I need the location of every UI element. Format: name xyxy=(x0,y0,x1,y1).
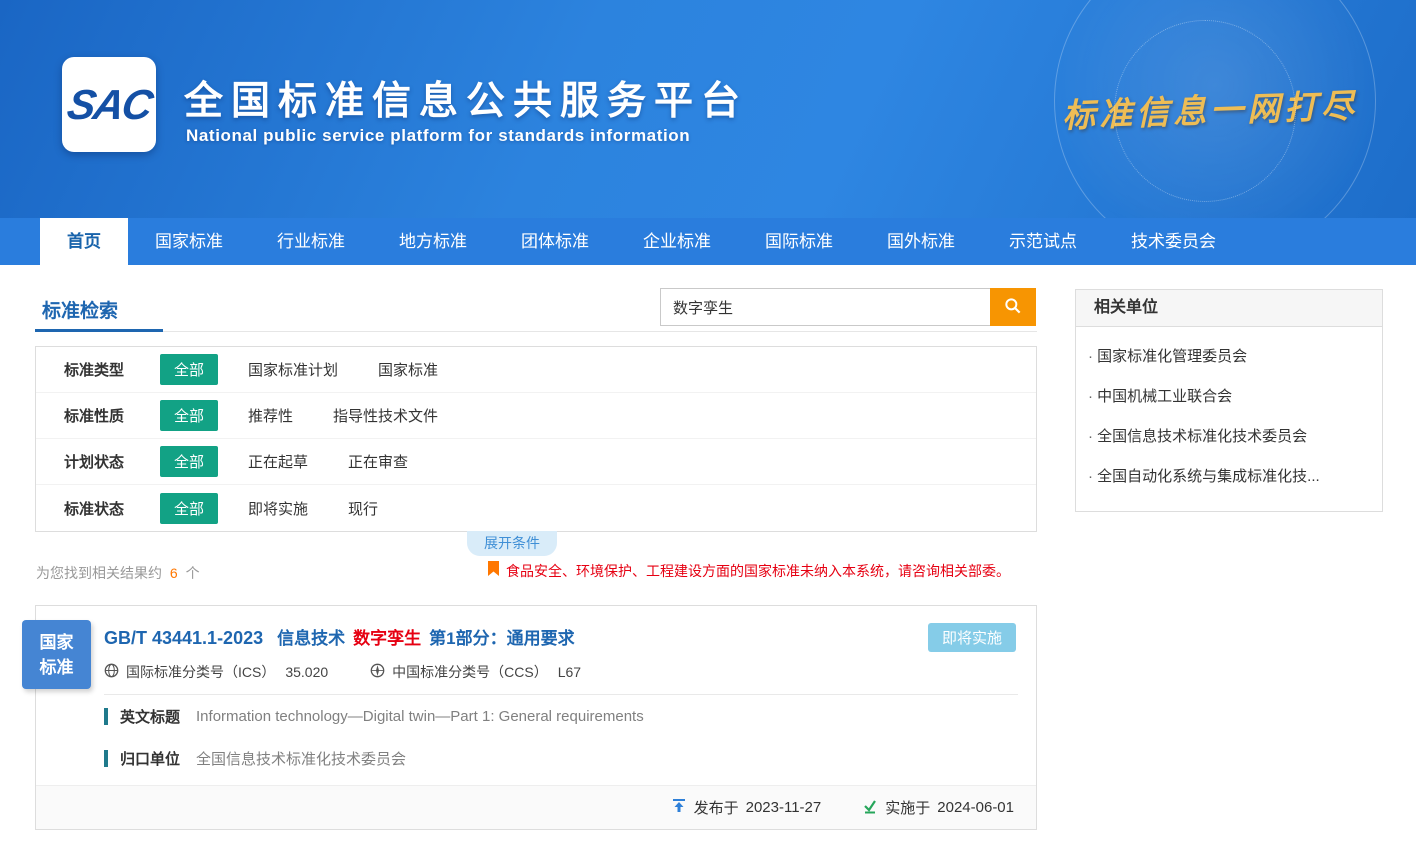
nav-item-group-standards[interactable]: 团体标准 xyxy=(494,218,616,265)
nav-item-home[interactable]: 首页 xyxy=(40,218,128,265)
site-slogan: 标准信息一网打尽 xyxy=(1061,79,1358,137)
nav-item-industry-standards[interactable]: 行业标准 xyxy=(250,218,372,265)
dept-row: 归口单位 全国信息技术标准化技术委员会 xyxy=(104,748,406,769)
check-icon xyxy=(862,798,878,818)
filter-row-standard-status: 标准状态 全部 即将实施 现行 xyxy=(36,485,1036,531)
card-footer: 发布于 2023-11-27 实施于 2024-06-01 xyxy=(36,785,1036,829)
search-input[interactable] xyxy=(660,288,990,326)
sidebar-title: 相关单位 xyxy=(1075,289,1383,327)
publish-icon xyxy=(671,798,687,818)
related-units-sidebar: 相关单位 国家标准化管理委员会 中国机械工业联合会 全国信息技术标准化技术委员会… xyxy=(1075,289,1383,512)
classification-row: 国际标准分类号（ICS） 35.020 中国标准分类号（CCS） L67 xyxy=(104,662,581,682)
published-date: 2023-11-27 xyxy=(746,799,822,816)
badge-line1: 国家 xyxy=(40,630,74,655)
nav-item-international-standards[interactable]: 国际标准 xyxy=(738,218,860,265)
ics-value: 35.020 xyxy=(285,664,328,680)
sidebar-list: 国家标准化管理委员会 中国机械工业联合会 全国信息技术标准化技术委员会 全国自动… xyxy=(1075,327,1383,512)
section-title-underline xyxy=(35,329,163,332)
filter-panel: 标准类型 全部 国家标准计划 国家标准 标准性质 全部 推荐性 指导性技术文件 … xyxy=(35,346,1037,532)
filter-option[interactable]: 即将实施 xyxy=(248,498,308,519)
english-title-label: 英文标题 xyxy=(120,706,180,727)
filter-row-standard-nature: 标准性质 全部 推荐性 指导性技术文件 xyxy=(36,393,1036,439)
implemented-date: 2024-06-01 xyxy=(937,799,1014,816)
sac-logo: SAC xyxy=(62,57,156,152)
field-accent-bar xyxy=(104,750,108,767)
english-title-value: Information technology—Digital twin—Part… xyxy=(196,708,644,725)
search-button[interactable] xyxy=(990,288,1036,326)
filter-option[interactable]: 现行 xyxy=(348,498,378,519)
section-divider xyxy=(35,331,1037,332)
filter-option[interactable]: 国家标准计划 xyxy=(248,359,338,380)
results-summary-prefix: 为您找到相关结果约 xyxy=(36,565,162,581)
filter-option[interactable]: 国家标准 xyxy=(378,359,438,380)
notice-text: 食品安全、环境保护、工程建设方面的国家标准未纳入本系统，请咨询相关部委。 xyxy=(506,561,1010,581)
nav-item-local-standards[interactable]: 地方标准 xyxy=(372,218,494,265)
search-bar xyxy=(660,288,1036,326)
filter-label: 标准状态 xyxy=(64,498,160,519)
filter-all-button[interactable]: 全部 xyxy=(160,354,218,385)
system-notice: 食品安全、环境保护、工程建设方面的国家标准未纳入本系统，请咨询相关部委。 xyxy=(487,560,1010,582)
site-title: 全国标准信息公共服务平台 xyxy=(184,70,748,126)
filter-all-button[interactable]: 全部 xyxy=(160,493,218,524)
standard-result-card: 国家 标准 GB/T 43441.1-2023 信息技术 数字孪生 第1部分：通… xyxy=(35,605,1037,830)
results-summary: 为您找到相关结果约 6 个 xyxy=(36,563,200,583)
results-count: 6 xyxy=(170,565,178,581)
compass-icon xyxy=(370,663,385,681)
published-info: 发布于 2023-11-27 xyxy=(664,797,822,818)
nav-item-enterprise-standards[interactable]: 企业标准 xyxy=(616,218,738,265)
ics-label: 国际标准分类号（ICS） xyxy=(126,662,275,682)
implemented-label: 实施于 xyxy=(885,797,930,818)
standard-code: GB/T 43441.1-2023 xyxy=(104,628,263,649)
dept-value[interactable]: 全国信息技术标准化技术委员会 xyxy=(196,748,406,769)
filter-option[interactable]: 正在审查 xyxy=(348,451,408,472)
filter-option[interactable]: 指导性技术文件 xyxy=(333,405,438,426)
main-nav: 首页 国家标准 行业标准 地方标准 团体标准 企业标准 国际标准 国外标准 示范… xyxy=(0,218,1416,265)
standard-title-link[interactable]: GB/T 43441.1-2023 信息技术 数字孪生 第1部分：通用要求 xyxy=(104,624,583,649)
globe-icon xyxy=(104,663,119,681)
site-header: SAC 全国标准信息公共服务平台 National public service… xyxy=(0,0,1416,218)
nav-item-national-standards[interactable]: 国家标准 xyxy=(128,218,250,265)
implemented-info: 实施于 2024-06-01 xyxy=(855,797,1014,818)
nav-item-technical-committee[interactable]: 技术委员会 xyxy=(1104,218,1243,265)
ccs-value: L67 xyxy=(558,664,581,680)
filter-label: 标准性质 xyxy=(64,405,160,426)
filter-all-button[interactable]: 全部 xyxy=(160,400,218,431)
nav-item-pilot[interactable]: 示范试点 xyxy=(982,218,1104,265)
filter-label: 标准类型 xyxy=(64,359,160,380)
filter-row-standard-type: 标准类型 全部 国家标准计划 国家标准 xyxy=(36,347,1036,393)
standard-type-badge: 国家 标准 xyxy=(22,620,91,689)
filter-row-plan-status: 计划状态 全部 正在起草 正在审查 xyxy=(36,439,1036,485)
standard-title-highlight: 数字孪生 xyxy=(353,624,421,649)
sidebar-item-it-standardization-committee[interactable]: 全国信息技术标准化技术委员会 xyxy=(1076,417,1382,457)
standard-title-part2: 第1部分：通用要求 xyxy=(429,624,574,649)
search-icon xyxy=(1003,296,1023,319)
filter-all-button[interactable]: 全部 xyxy=(160,446,218,477)
card-divider xyxy=(104,694,1018,695)
filter-option[interactable]: 推荐性 xyxy=(248,405,293,426)
filter-label: 计划状态 xyxy=(64,451,160,472)
published-label: 发布于 xyxy=(694,797,739,818)
ccs-label: 中国标准分类号（CCS） xyxy=(392,662,548,682)
sac-logo-text: SAC xyxy=(63,81,154,129)
bookmark-icon xyxy=(487,560,500,582)
status-badge: 即将实施 xyxy=(928,623,1016,652)
field-accent-bar xyxy=(104,708,108,725)
results-summary-suffix: 个 xyxy=(186,565,200,581)
expand-conditions-button[interactable]: 展开条件 xyxy=(467,531,557,556)
section-title-standard-search: 标准检索 xyxy=(42,296,118,323)
standard-title-part1: 信息技术 xyxy=(277,624,345,649)
site-subtitle: National public service platform for sta… xyxy=(186,126,690,146)
sidebar-item-machinery-federation[interactable]: 中国机械工业联合会 xyxy=(1076,377,1382,417)
sidebar-item-sac[interactable]: 国家标准化管理委员会 xyxy=(1076,337,1382,377)
filter-option[interactable]: 正在起草 xyxy=(248,451,308,472)
badge-line2: 标准 xyxy=(40,655,74,680)
nav-item-foreign-standards[interactable]: 国外标准 xyxy=(860,218,982,265)
dept-label: 归口单位 xyxy=(120,748,180,769)
english-title-row: 英文标题 Information technology—Digital twin… xyxy=(104,706,644,727)
sidebar-item-automation-systems-committee[interactable]: 全国自动化系统与集成标准化技... xyxy=(1076,457,1382,497)
